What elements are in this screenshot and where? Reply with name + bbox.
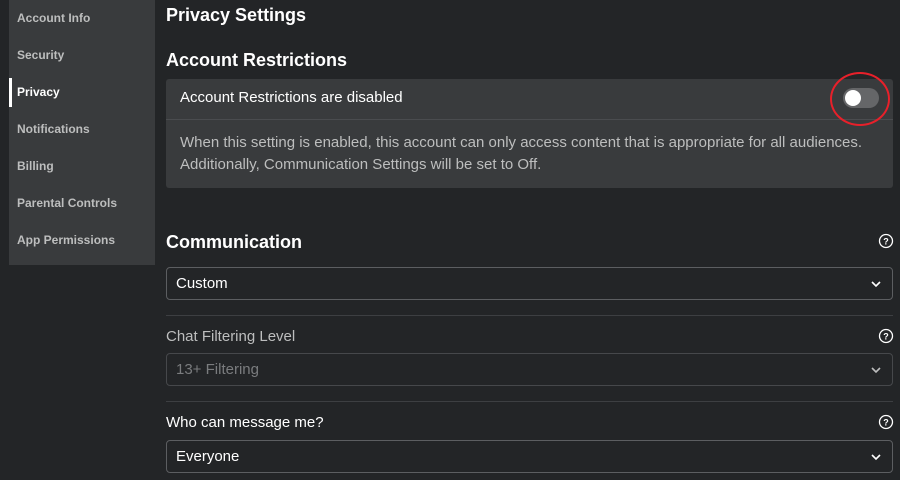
chevron-down-icon [871,454,881,461]
dropdown-value: 13+ Filtering [176,361,259,378]
account-restrictions-description: When this setting is enabled, this accou… [180,134,863,173]
message-me-label: Who can message me? [166,414,324,431]
help-icon[interactable]: ? [878,233,894,249]
page-title: Privacy Settings [166,5,307,25]
dropdown-value: Everyone [176,448,240,465]
settings-sidebar: Account Info Security Privacy Notificati… [9,0,155,265]
sidebar-item-account-info[interactable]: Account Info [9,0,155,37]
svg-text:?: ? [883,418,889,428]
communication-heading: Communication [166,232,303,252]
privacy-settings-panel: Privacy Settings Account Restrictions Ac… [166,0,894,480]
sidebar-item-security[interactable]: Security [9,37,155,74]
chevron-down-icon [871,281,881,288]
divider [166,119,893,120]
divider [166,401,893,402]
sidebar-item-app-permissions[interactable]: App Permissions [9,222,155,259]
dropdown-value: Custom [176,275,228,292]
account-restrictions-status: Account Restrictions are disabled [180,89,403,106]
chevron-down-icon [871,367,881,374]
sidebar-item-billing[interactable]: Billing [9,148,155,185]
account-restrictions-heading: Account Restrictions [166,50,348,70]
divider [166,315,893,316]
help-icon[interactable]: ? [878,414,894,430]
account-restrictions-card: Account Restrictions are disabled When t… [166,79,893,188]
communication-preset-dropdown[interactable]: Custom [166,267,893,300]
chat-filtering-dropdown: 13+ Filtering [166,353,893,386]
sidebar-item-notifications[interactable]: Notifications [9,111,155,148]
chat-filtering-label: Chat Filtering Level [166,328,296,345]
message-me-dropdown[interactable]: Everyone [166,440,893,473]
svg-text:?: ? [883,237,889,247]
help-icon[interactable]: ? [878,328,894,344]
svg-text:?: ? [883,332,889,342]
toggle-highlight-circle [830,72,890,126]
sidebar-item-privacy[interactable]: Privacy [9,74,155,111]
sidebar-item-parental-controls[interactable]: Parental Controls [9,185,155,222]
